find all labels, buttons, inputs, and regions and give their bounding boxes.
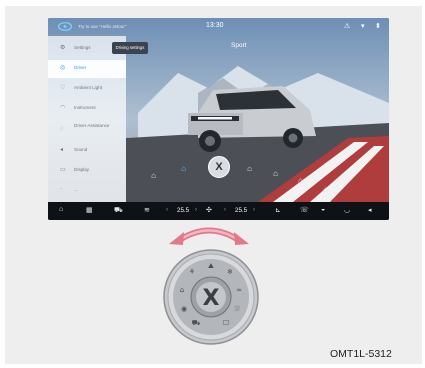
voice-hint-text: Try to use "Hello Jetour": [78, 24, 127, 29]
mode-2-icon[interactable]: ⌂: [146, 170, 161, 181]
knob-x-logo: X: [203, 286, 220, 311]
sidebar-item-driver-assistance[interactable]: ◌ Driver Assistance: [48, 120, 126, 138]
signal-icon: ⬍: [375, 23, 381, 30]
sidebar-item-instrument[interactable]: ◠ Instrument: [48, 100, 126, 118]
sidebar-item-sound[interactable]: ◂ Sound: [48, 142, 126, 160]
mode-4-icon[interactable]: ⌂: [242, 163, 257, 174]
mode-5-icon[interactable]: ⌂: [268, 168, 283, 179]
svg-text:⌂: ⌂: [180, 286, 184, 294]
left-temperature: 25.5: [177, 207, 190, 214]
mode-1-icon[interactable]: ⌂: [114, 184, 129, 195]
figure-caption: OMT1L-5312: [330, 348, 392, 360]
mode-6-icon[interactable]: ⌂: [293, 175, 308, 186]
sidebar-item-label: Display: [74, 167, 90, 172]
svg-text:◉: ◉: [181, 305, 187, 313]
jetour-logo-icon: [58, 22, 72, 31]
settings-sidebar: ⚙ Settings ◎ Driver ♡ Ambient Light ◠ In…: [48, 36, 126, 202]
right-temp-down-icon[interactable]: ‹: [224, 207, 226, 213]
drive-mode-x-button[interactable]: X: [208, 156, 230, 178]
gear-icon: ⚙: [60, 45, 66, 51]
volume-icon[interactable]: ◂: [368, 206, 372, 214]
steering-wheel-icon: ◎: [60, 65, 66, 71]
defrost-icon[interactable]: ◡: [344, 206, 350, 214]
svg-text:⛆: ⛆: [234, 305, 240, 313]
phone-icon[interactable]: ☏: [300, 206, 309, 214]
wifi-icon: ▾: [361, 23, 365, 30]
apps-icon[interactable]: ▦: [86, 206, 93, 214]
left-temp-down-icon[interactable]: ‹: [166, 207, 168, 213]
bulb-icon: ♡: [60, 85, 66, 91]
rotate-arrow-icon: [169, 227, 249, 245]
clock-time: 13:30: [206, 22, 224, 29]
bottom-control-bar: ⌂ ▦ ⛟ ≋ ‹ 25.5 › ✣ ‹ 25.5 › ⊾ ☏ ◒ ◡ ◂: [48, 202, 389, 220]
car-icon[interactable]: ⛟: [114, 206, 123, 215]
driving-settings-tooltip: Driving settings: [112, 42, 148, 54]
sidebar-item-label: Ambient Light: [74, 85, 103, 90]
svg-text:⛟: ⛟: [192, 319, 201, 327]
seat-icon[interactable]: ⊾: [275, 206, 281, 214]
gauge-icon: ◠: [60, 105, 66, 111]
left-temp-up-icon[interactable]: ›: [195, 207, 197, 213]
mode-3-icon[interactable]: ⌂: [176, 163, 191, 174]
warning-icon: ⚠: [344, 23, 351, 30]
sidebar-item-ambient-light[interactable]: ♡ Ambient Light: [48, 80, 126, 98]
recirculation-icon[interactable]: ◒: [321, 206, 325, 213]
seat-heat-icon[interactable]: ≋: [144, 206, 150, 214]
status-bar: Try to use "Hello Jetour" 13:30 ⚠ ▾ ⬍: [48, 18, 389, 36]
home-icon[interactable]: ⌂: [59, 206, 63, 213]
right-temp-up-icon[interactable]: ›: [253, 207, 255, 213]
svg-text:❄: ❄: [227, 268, 233, 276]
speaker-icon: ◂: [60, 147, 64, 153]
infotainment-screen: Try to use "Hello Jetour" 13:30 ⚠ ▾ ⬍ ⚙ …: [48, 18, 389, 220]
display-icon: ▭: [60, 167, 66, 173]
svg-text:☐: ☐: [223, 319, 229, 327]
drive-mode-knob[interactable]: ⛰ ❄ ≈ ⛆ ☐ ⛟ ◉ ⌂ ⚘ X: [162, 248, 260, 346]
fan-icon[interactable]: ✣: [206, 206, 212, 214]
sidebar-item-label: Instrument: [74, 105, 96, 110]
more-icon: ·: [60, 186, 62, 192]
mode-7-icon[interactable]: ⌂: [318, 184, 333, 195]
sidebar-item-display[interactable]: ▭ Display: [48, 162, 126, 180]
sidebar-item-label: Driver: [74, 65, 87, 70]
drive-mode-label: Sport: [231, 42, 247, 49]
right-temperature: 25.5: [235, 207, 248, 214]
svg-text:⚘: ⚘: [189, 268, 195, 276]
sidebar-item-label: Driver Assistance: [74, 123, 110, 128]
sidebar-item-driver[interactable]: ◎ Driver: [48, 60, 126, 78]
assist-icon: ◌: [60, 126, 64, 132]
svg-text:≈: ≈: [236, 286, 242, 294]
sidebar-item-label: Sound: [74, 147, 88, 152]
svg-text:⛰: ⛰: [208, 262, 214, 270]
